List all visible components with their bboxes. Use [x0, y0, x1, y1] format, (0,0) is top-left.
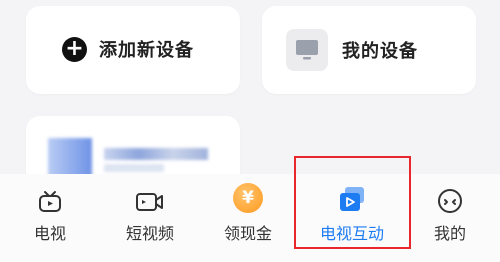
- tab-get-cash-label: 领现金: [223, 224, 272, 243]
- tab-me[interactable]: 我的: [424, 174, 476, 262]
- tab-tv-label: 电视: [33, 224, 66, 243]
- tab-me-label: 我的: [433, 224, 466, 243]
- tv-icon: [286, 29, 328, 71]
- bottom-tab-bar: 电视 短视频 ¥ 领现金 电视互动 我的: [0, 174, 500, 262]
- add-device-card[interactable]: + 添加新设备: [26, 6, 240, 94]
- tab-short-video[interactable]: 短视频: [118, 174, 182, 262]
- plus-circle-icon: +: [62, 36, 87, 62]
- blurred-text: [104, 148, 208, 160]
- video-camera-icon: [135, 174, 165, 214]
- smiley-face-icon: [437, 174, 463, 214]
- add-device-label: 添加新设备: [99, 40, 194, 61]
- blurred-text-secondary: [104, 164, 164, 172]
- blurred-image: [48, 138, 92, 178]
- yuan-coin-icon: ¥: [233, 174, 263, 214]
- tv-icon: [37, 174, 63, 214]
- my-devices-card[interactable]: 我的设备: [262, 6, 476, 94]
- tab-get-cash[interactable]: ¥ 领现金: [216, 174, 280, 262]
- highlight-box: [294, 156, 411, 249]
- my-devices-label: 我的设备: [342, 41, 418, 62]
- tab-short-video-label: 短视频: [125, 224, 174, 243]
- tab-tv[interactable]: 电视: [28, 174, 72, 262]
